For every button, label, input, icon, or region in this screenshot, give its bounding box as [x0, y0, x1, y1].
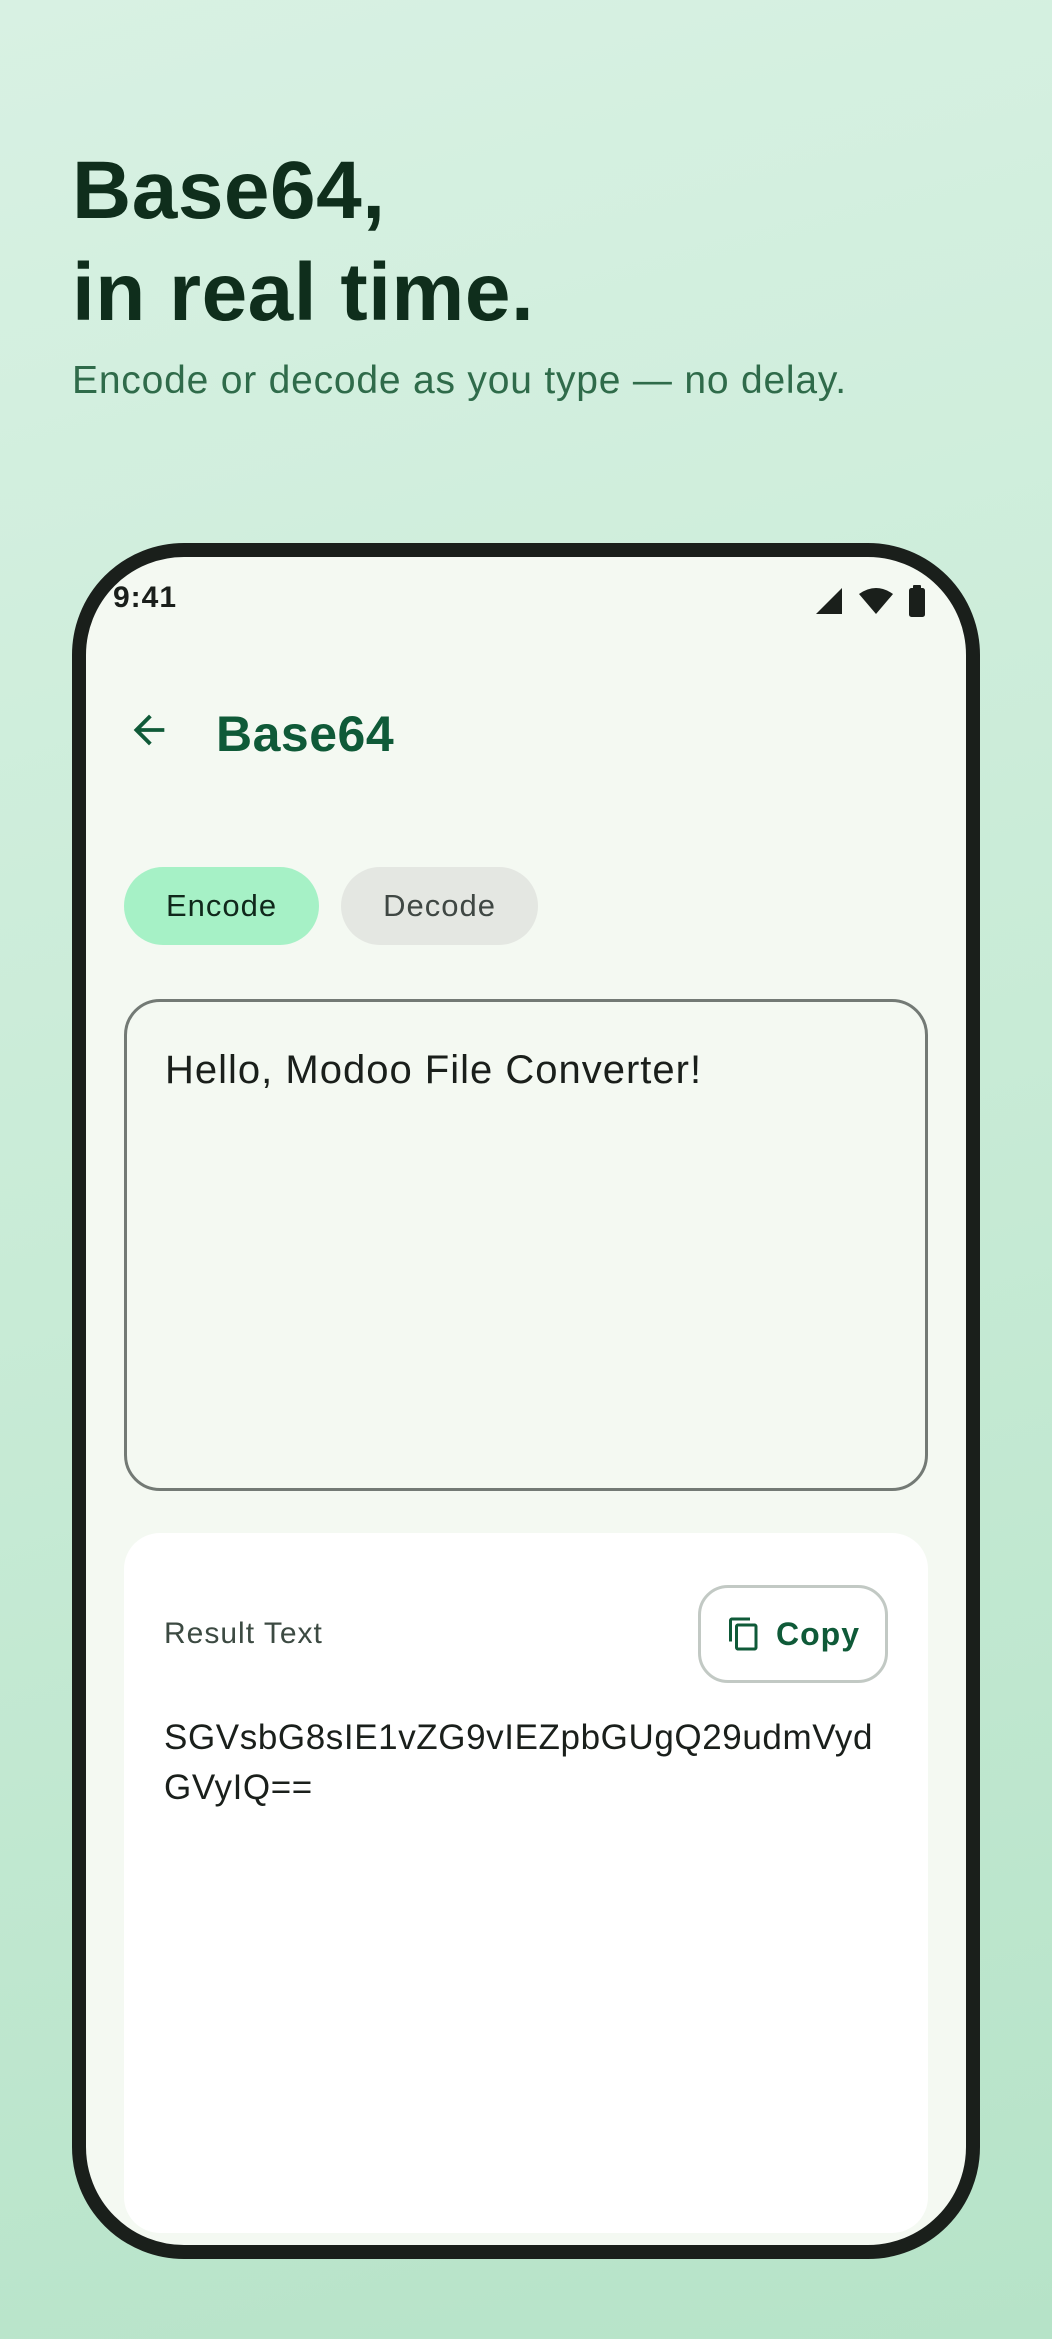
app-title: Base64 — [216, 706, 395, 762]
app-bar: Base64 — [86, 685, 966, 775]
result-text: SGVsbG8sIE1vZG9vIEZpbGUgQ29udmVydGVyIQ== — [164, 1718, 874, 1807]
hero-title: Base64, in real time. — [72, 140, 992, 344]
hero-section: Base64, in real time. Encode or decode a… — [72, 140, 992, 406]
back-button[interactable] — [116, 697, 182, 763]
phone-mockup: 9:41 Base64 Encode Decode Hello, Modoo F… — [72, 543, 980, 2259]
hero-title-line-1: Base64, — [72, 145, 386, 236]
signal-icon — [814, 586, 844, 616]
text-input[interactable]: Hello, Modoo File Converter! — [124, 999, 928, 1491]
hero-subtitle: Encode or decode as you type — no delay. — [72, 359, 847, 402]
battery-icon — [908, 585, 926, 617]
status-bar: 9:41 — [86, 557, 966, 631]
hero-title-line-2: in real time. — [72, 247, 535, 338]
arrow-back-icon — [126, 707, 172, 753]
decode-chip[interactable]: Decode — [341, 867, 538, 945]
wifi-icon — [858, 586, 894, 616]
copy-icon — [726, 1616, 762, 1652]
encode-chip[interactable]: Encode — [124, 867, 320, 945]
result-label: Result Text — [164, 1617, 323, 1650]
result-card: Result Text Copy SGVsbG8sIE1vZG9vIEZpbGU… — [124, 1533, 928, 2233]
status-icons — [814, 585, 926, 617]
copy-button-label: Copy — [776, 1615, 860, 1652]
status-time: 9:41 — [113, 581, 178, 614]
mode-chip-group: Encode Decode — [124, 867, 538, 945]
copy-button[interactable]: Copy — [698, 1585, 888, 1683]
